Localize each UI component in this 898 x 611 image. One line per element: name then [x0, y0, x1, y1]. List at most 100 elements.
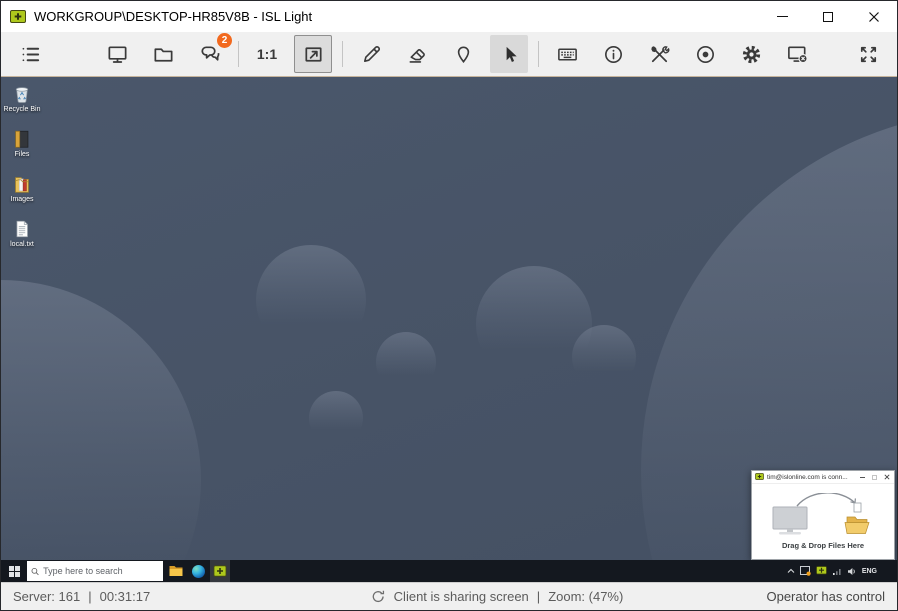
refresh-icon	[371, 589, 386, 604]
search-icon	[31, 567, 39, 576]
laser-pointer-button[interactable]	[444, 35, 482, 73]
session-time: 00:31:17	[100, 589, 151, 604]
gear-icon	[740, 43, 763, 66]
images-folder-icon	[11, 173, 33, 195]
minimize-icon	[777, 16, 788, 17]
taskbar-file-explorer[interactable]	[166, 560, 186, 582]
control-status: Operator has control	[766, 589, 885, 604]
taskbar-search[interactable]	[27, 561, 163, 581]
mini-minimize-icon[interactable]	[860, 477, 865, 478]
keyboard-icon	[556, 43, 579, 66]
one-to-one-label: 1:1	[257, 46, 277, 62]
statusbar: Server: 161 | 00:31:17 Client is sharing…	[1, 582, 897, 610]
tools-button[interactable]	[640, 35, 678, 73]
drop-zone[interactable]: Drag & Drop Files Here	[752, 484, 894, 559]
recycle-bin-icon	[11, 83, 33, 105]
mini-maximize-icon[interactable]	[872, 475, 877, 480]
isl-light-app-icon	[10, 10, 26, 24]
fullscreen-button[interactable]	[849, 35, 887, 73]
monitors-button[interactable]	[98, 35, 136, 73]
keyboard-button[interactable]	[548, 35, 586, 73]
fit-screen-icon	[302, 43, 325, 66]
chat-button[interactable]: 2	[190, 35, 228, 73]
tray-isl-icon[interactable]	[816, 566, 827, 576]
eraser-icon	[406, 43, 429, 66]
tools-icon	[648, 43, 671, 66]
text-file-icon	[11, 218, 33, 240]
info-button[interactable]	[594, 35, 632, 73]
file-transfer-title: tim@islonline.com is conn...	[767, 474, 857, 481]
select-cursor-button[interactable]	[490, 35, 528, 73]
search-input[interactable]	[43, 566, 159, 576]
pencil-icon	[360, 43, 383, 66]
toolbar-separator	[538, 41, 539, 67]
wallpaper-sphere	[309, 391, 363, 445]
tray-volume-icon[interactable]	[847, 567, 857, 576]
server-label: Server: 161	[13, 589, 80, 604]
desktop-icon-local-txt[interactable]: local.txt	[3, 218, 41, 248]
wallpaper-sphere	[572, 325, 636, 389]
tray-language-label[interactable]: ENG	[862, 568, 877, 575]
settings-button[interactable]	[732, 35, 770, 73]
isl-light-window: WORKGROUP\DESKTOP-HR85V8B - ISL Light	[0, 0, 898, 611]
monitor-icon	[106, 43, 129, 66]
remote-taskbar: ENG	[1, 560, 897, 582]
drag-drop-illustration	[767, 493, 879, 537]
file-explorer-icon	[169, 565, 183, 577]
zoom-status: Zoom: (47%)	[548, 589, 623, 604]
drop-label: Drag & Drop Files Here	[782, 541, 864, 550]
desktop-icon-label: Recycle Bin	[4, 106, 41, 113]
desktop-icon-recycle-bin[interactable]: Recycle Bin	[3, 83, 41, 113]
expand-icon	[857, 43, 880, 66]
isl-taskbar-icon	[213, 565, 227, 577]
toolbar-separator	[342, 41, 343, 67]
desktop-icon-label: local.txt	[10, 241, 34, 248]
eraser-button[interactable]	[398, 35, 436, 73]
close-icon	[868, 11, 880, 23]
folder-icon	[152, 43, 175, 66]
mini-close-icon[interactable]	[884, 474, 890, 480]
zoom-one-to-one-button[interactable]: 1:1	[248, 35, 286, 73]
disconnect-desktop-button[interactable]	[778, 35, 816, 73]
titlebar: WORKGROUP\DESKTOP-HR85V8B - ISL Light	[1, 1, 897, 32]
taskbar-edge[interactable]	[188, 560, 208, 582]
files-folder-icon	[11, 128, 33, 150]
monitor-x-icon	[786, 43, 809, 66]
start-button[interactable]	[1, 560, 27, 582]
desktop-icon-images[interactable]: Images	[3, 173, 41, 203]
file-manager-button[interactable]	[144, 35, 182, 73]
desktop-icon-label: Images	[11, 196, 34, 203]
cursor-icon	[498, 43, 521, 66]
chat-badge: 2	[216, 32, 233, 49]
record-button[interactable]	[686, 35, 724, 73]
isl-mini-icon	[755, 473, 764, 481]
taskbar-isl-light[interactable]	[210, 560, 230, 582]
session-list-button[interactable]	[11, 35, 49, 73]
fit-to-screen-button[interactable]	[294, 35, 332, 73]
file-transfer-titlebar: tim@islonline.com is conn...	[752, 471, 894, 484]
remote-desktop-view[interactable]: Recycle Bin Files Images	[1, 77, 897, 582]
windows-logo-icon	[9, 566, 20, 577]
tray-expand-chevron-icon[interactable]	[787, 568, 795, 574]
sharing-status: Client is sharing screen	[394, 589, 529, 604]
desktop-icon-files[interactable]: Files	[3, 128, 41, 158]
tray-notification-icon[interactable]	[800, 566, 811, 576]
toolbar-separator	[238, 41, 239, 67]
desktop-icon-label: Files	[15, 151, 30, 158]
toolbar: 2 1:1	[1, 32, 897, 77]
maximize-button[interactable]	[805, 1, 851, 32]
draw-button[interactable]	[352, 35, 390, 73]
statusbar-separator: |	[88, 589, 91, 604]
wallpaper-sphere	[1, 280, 201, 582]
list-icon	[19, 43, 42, 66]
system-tray: ENG	[787, 566, 897, 576]
close-button[interactable]	[851, 1, 897, 32]
info-icon	[602, 43, 625, 66]
minimize-button[interactable]	[759, 1, 805, 32]
tray-network-icon[interactable]	[832, 567, 842, 576]
window-title: WORKGROUP\DESKTOP-HR85V8B - ISL Light	[34, 9, 759, 24]
maximize-icon	[823, 12, 833, 22]
edge-icon	[192, 565, 205, 578]
wallpaper-sphere	[256, 245, 366, 355]
record-icon	[694, 43, 717, 66]
